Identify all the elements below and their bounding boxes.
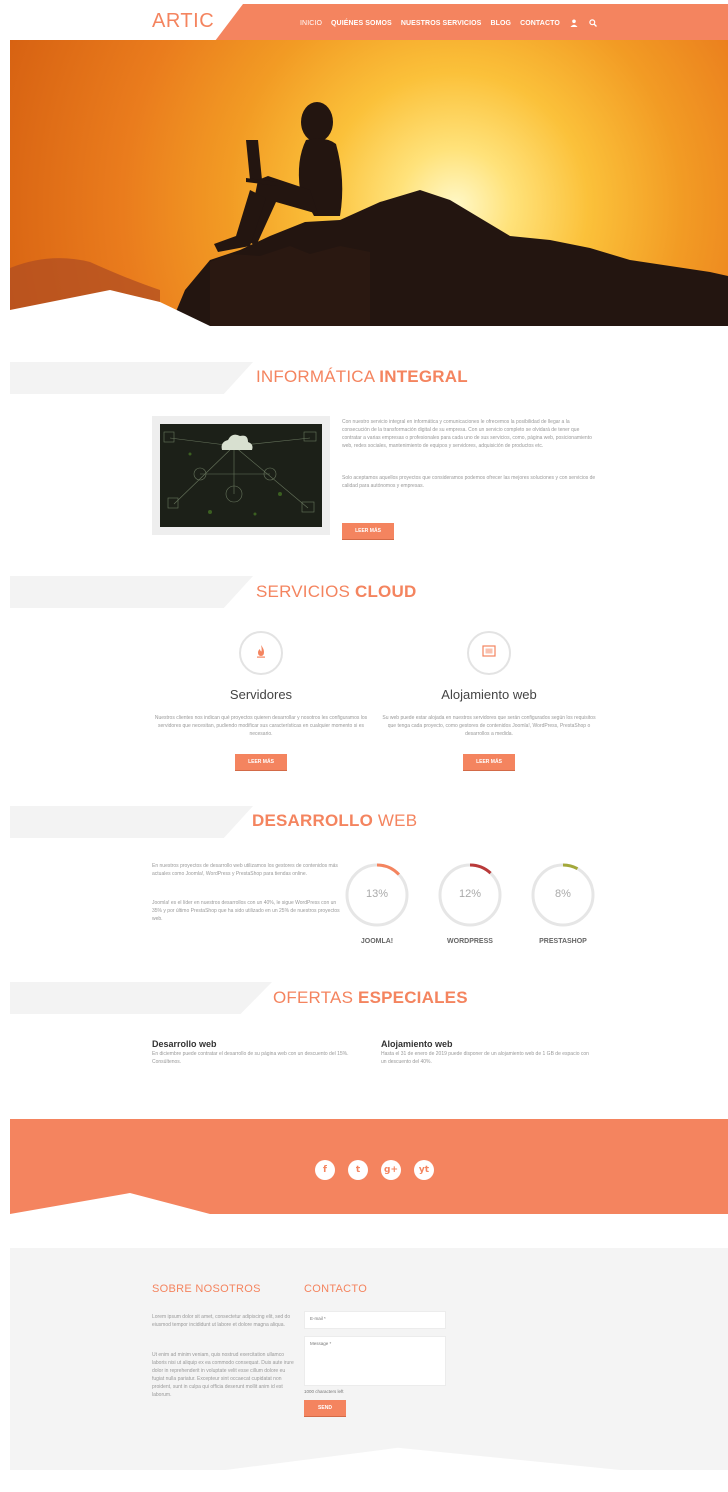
- desarrollo-paragraph-1: En nuestros proyectos de desarrollo web …: [152, 863, 338, 877]
- servidores-text: Nuestros clientes nos indican qué proyec…: [154, 715, 368, 737]
- site-header: ARTIC INICIO QUIÉNES SOMOS NUESTROS SERV…: [0, 0, 728, 41]
- email-field-label: E-mail *: [310, 1316, 326, 1321]
- message-field-label: Message *: [310, 1341, 332, 1346]
- donut-wordpress-pct: 12%: [458, 888, 482, 900]
- main-nav: INICIO QUIÉNES SOMOS NUESTROS SERVICIOS …: [300, 18, 598, 28]
- informatica-paragraph-1: Con nuestro servicio integral en informá…: [342, 419, 592, 449]
- oferta-alojamiento-text: Hasta el 31 de enero de 2019 puede dispo…: [381, 1051, 589, 1065]
- alojamiento-title: Alojamiento web: [441, 687, 537, 702]
- informatica-leer-mas-button[interactable]: LEER MÁS: [342, 523, 394, 539]
- servidores-title: Servidores: [229, 687, 293, 702]
- sobre-nosotros-paragraph-1: Lorem ipsum dolor sit amet, consectetur …: [152, 1314, 291, 1328]
- donut-wordpress-label: WORDPRESS: [447, 938, 493, 945]
- alojamiento-circle: [467, 631, 511, 675]
- nav-item-contacto[interactable]: CONTACTO: [520, 20, 560, 27]
- section-title-desarrollo: DESARROLLO WEB: [252, 811, 418, 830]
- donut-prestashop-pct: 8%: [555, 888, 571, 900]
- hero-image: [10, 40, 728, 326]
- nav-item-inicio[interactable]: INICIO: [300, 20, 322, 27]
- window-icon: [482, 644, 496, 662]
- desarrollo-paragraph-2: Joomla! es el líder en nuestros desarrol…: [152, 900, 340, 922]
- section-band-desarrollo: [10, 806, 253, 838]
- nav-item-blog[interactable]: BLOG: [490, 20, 511, 27]
- nav-item-nuestros-servicios[interactable]: NUESTROS SERVICIOS: [401, 20, 482, 27]
- sobre-nosotros-title: SOBRE NOSOTROS: [152, 1283, 261, 1295]
- section-title-servicios: SERVICIOS CLOUD: [256, 582, 417, 601]
- section-band-servicios: [10, 576, 253, 608]
- social-band: [10, 1119, 728, 1214]
- user-icon[interactable]: [569, 18, 579, 28]
- twitter-icon[interactable]: t: [348, 1160, 368, 1180]
- section-title-informatica: INFORMÁTICA INTEGRAL: [256, 367, 468, 386]
- send-button[interactable]: SEND: [304, 1400, 346, 1416]
- nav-item-quienes-somos[interactable]: QUIÉNES SOMOS: [331, 20, 392, 27]
- section-band-informatica: [10, 362, 253, 394]
- donut-joomla-label: JOOMLA!: [360, 938, 394, 945]
- search-icon[interactable]: [588, 18, 598, 28]
- google-plus-icon[interactable]: g+: [381, 1160, 401, 1180]
- chars-left-text: 1000 characters left: [304, 1389, 344, 1394]
- section-title-ofertas: OFERTAS ESPECIALES: [273, 988, 468, 1007]
- servidores-circle: [239, 631, 283, 675]
- oferta-desarrollo-text: En diciembre puede contratar el desarrol…: [152, 1051, 349, 1065]
- oferta-alojamiento-title: Alojamiento web: [381, 1039, 453, 1049]
- contacto-title: CONTACTO: [304, 1283, 368, 1295]
- donut-prestashop-label: PRESTASHOP: [539, 938, 587, 945]
- facebook-icon[interactable]: f: [315, 1160, 335, 1180]
- sobre-nosotros-paragraph-2: Ut enim ad minim veniam, quis nostrud ex…: [152, 1352, 294, 1398]
- flame-icon: [255, 644, 267, 663]
- section-band-ofertas: [10, 982, 272, 1014]
- alojamiento-leer-mas-button[interactable]: LEER MÁS: [463, 754, 515, 770]
- alojamiento-text: Su web puede estar alojada en nuestros s…: [382, 715, 596, 737]
- servidores-leer-mas-button[interactable]: LEER MÁS: [235, 754, 287, 770]
- message-field[interactable]: Message *: [304, 1336, 446, 1386]
- youtube-icon[interactable]: yt: [414, 1160, 434, 1180]
- informatica-paragraph-2: Solo aceptamos aquellos proyectos que co…: [342, 475, 596, 489]
- cloud-network-image: [152, 416, 330, 535]
- donut-joomla-pct: 13%: [365, 888, 389, 900]
- oferta-desarrollo-title: Desarrollo web: [152, 1039, 217, 1049]
- site-logo[interactable]: ARTIC: [152, 10, 214, 33]
- email-field[interactable]: E-mail *: [304, 1311, 446, 1329]
